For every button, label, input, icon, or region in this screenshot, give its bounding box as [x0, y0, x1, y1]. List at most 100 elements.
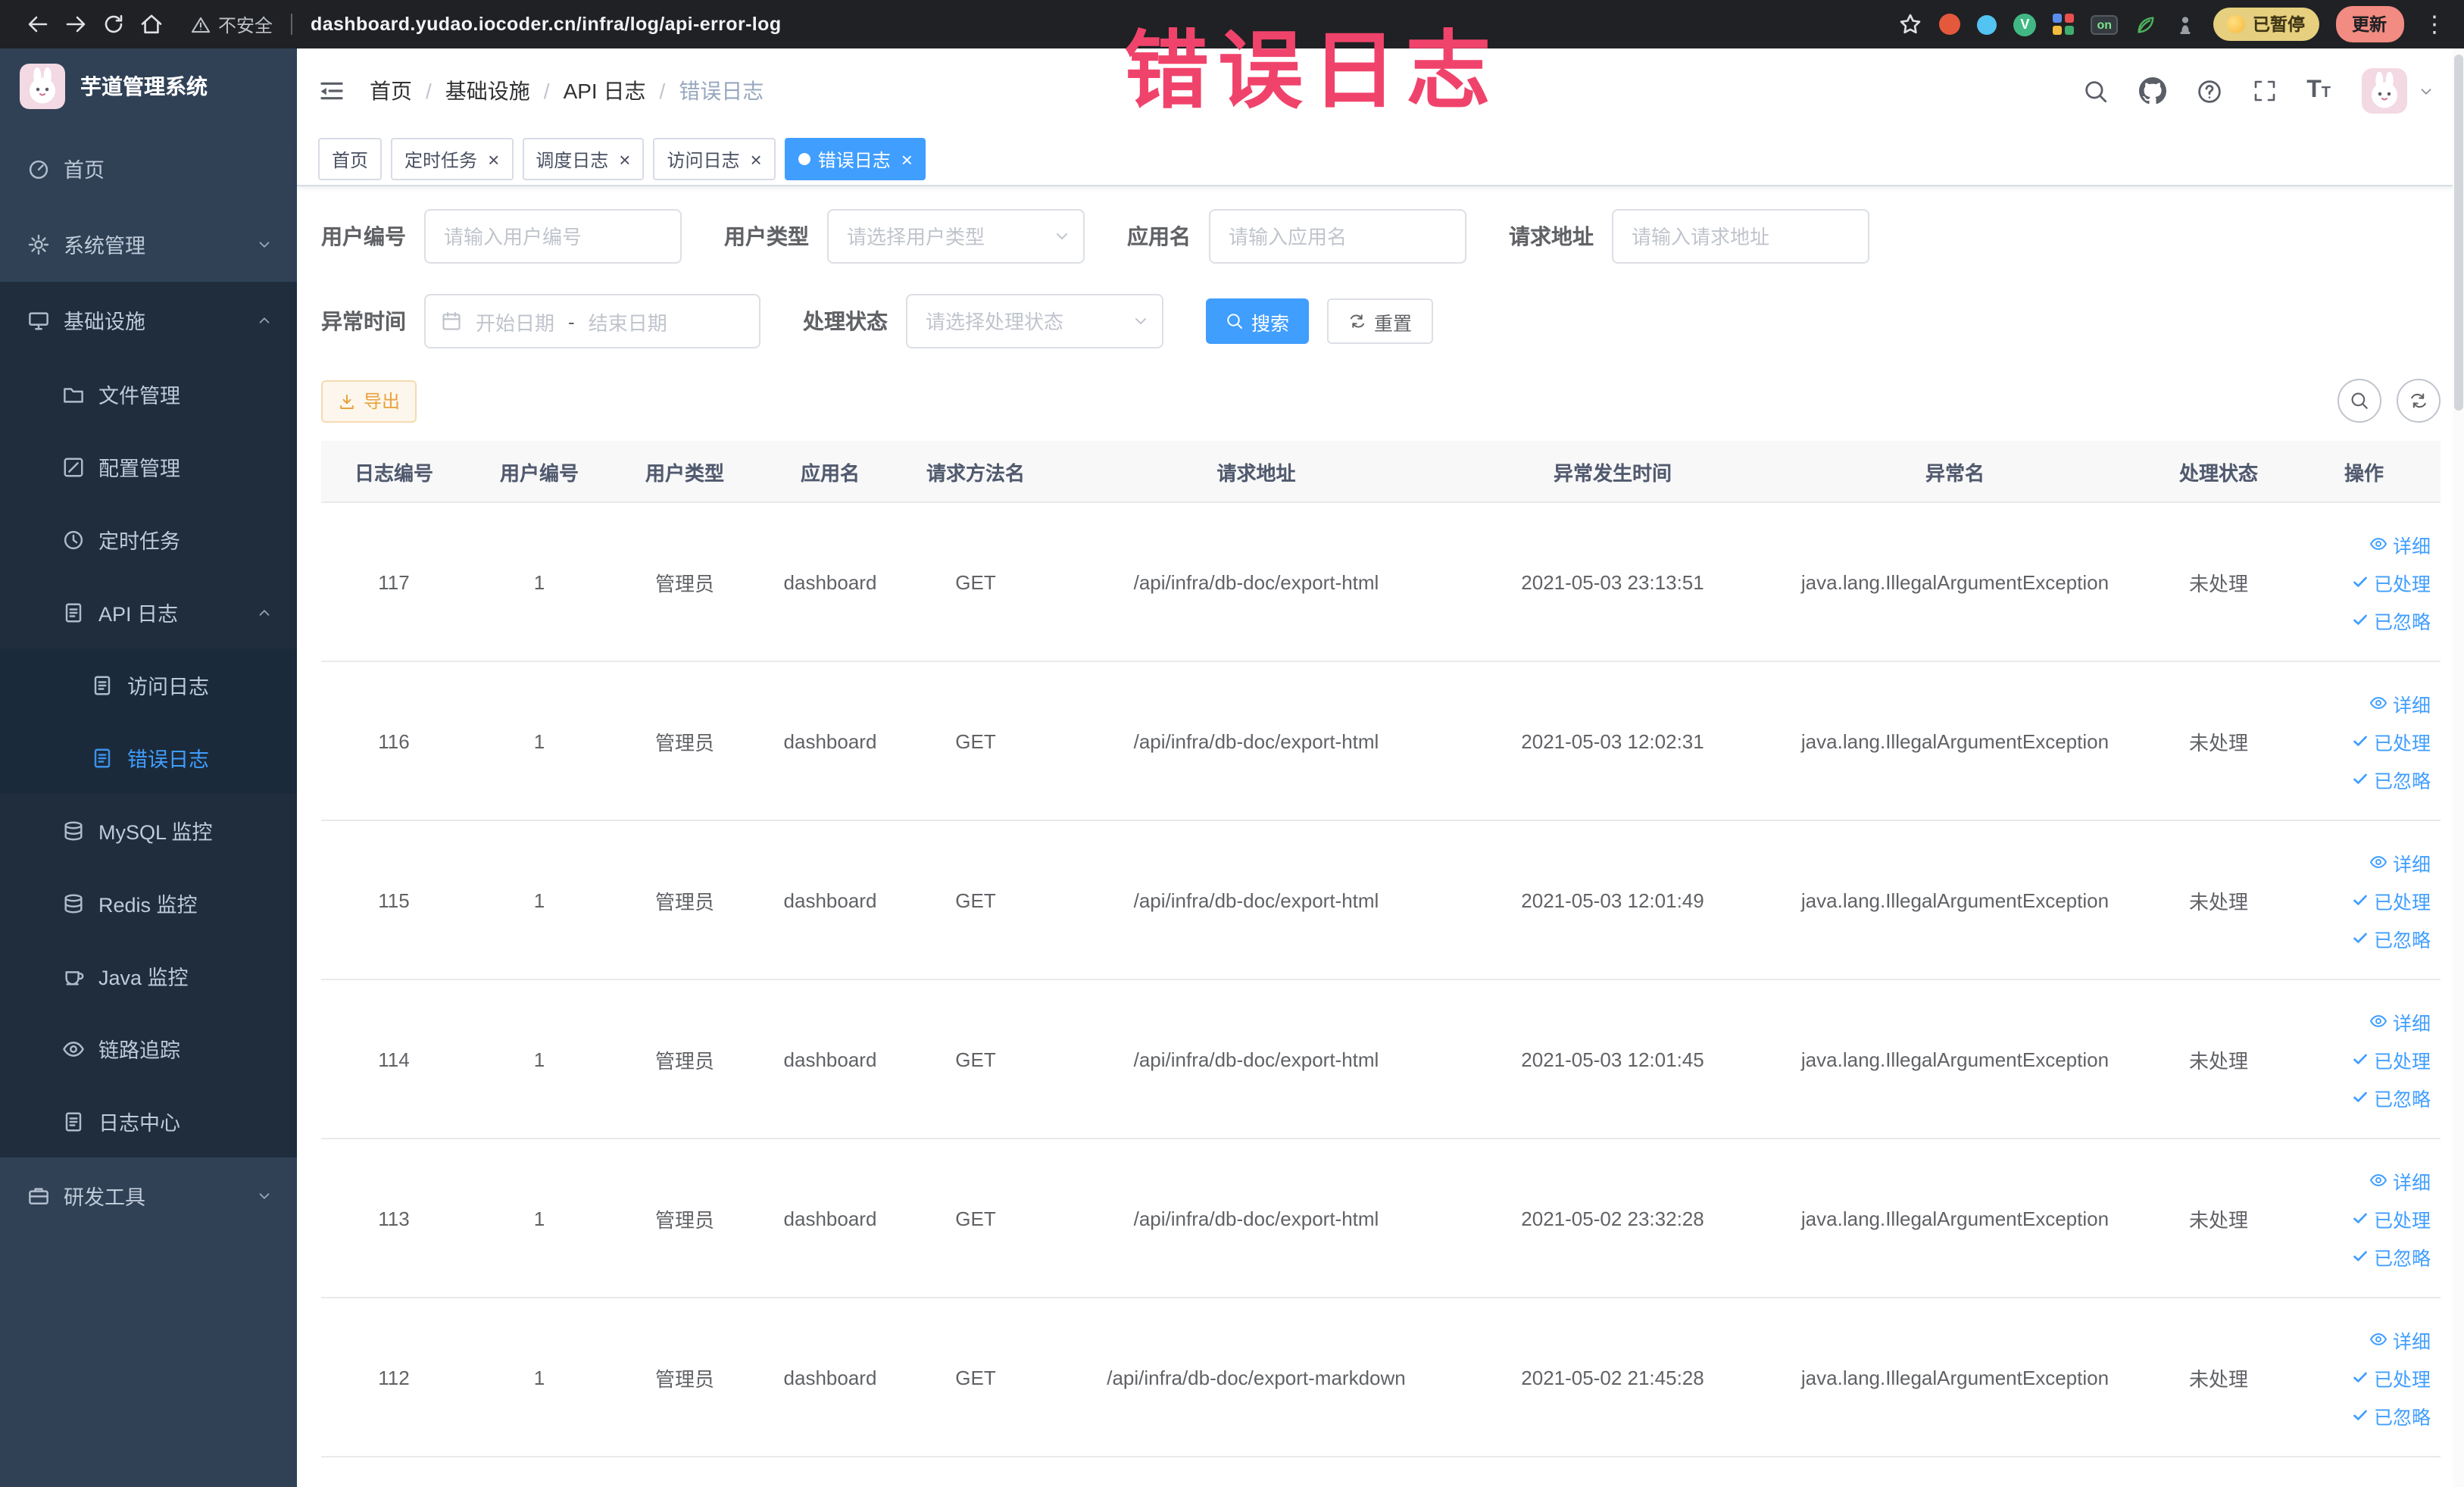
cell-userId: 1 — [467, 979, 612, 1139]
vue-devtools-icon[interactable]: V — [2013, 13, 2037, 36]
action-label: 已忽略 — [2373, 1407, 2431, 1428]
sidebar-item-log-center[interactable]: 日志中心 — [0, 1085, 297, 1157]
extension-icon-switch[interactable]: on — [2091, 14, 2118, 34]
toggle-search-button[interactable] — [2337, 379, 2381, 423]
security-chip[interactable]: 不安全 — [191, 11, 273, 37]
address-bar[interactable]: 不安全 dashboard.yudao.iocoder.cn/infra/log… — [191, 11, 782, 37]
cell-actions: 详细 已处理 已忽略 — [2288, 502, 2440, 662]
close-icon[interactable]: × — [751, 149, 762, 169]
db-icon — [62, 892, 85, 914]
sidebar-item-api-log[interactable]: API 日志 — [0, 576, 297, 648]
forward-button[interactable] — [56, 5, 94, 43]
back-button[interactable] — [18, 5, 56, 43]
action-详细[interactable]: 详细 — [2297, 1161, 2431, 1199]
extension-icon-chess[interactable] — [2174, 13, 2197, 36]
tab-定时任务[interactable]: 定时任务 × — [391, 138, 514, 180]
user-type-select-input[interactable] — [827, 209, 1085, 264]
fullscreen-icon[interactable] — [2252, 79, 2276, 103]
action-详细[interactable]: 详细 — [2297, 684, 2431, 722]
sidebar-item-access-log[interactable]: 访问日志 — [0, 648, 297, 721]
breadcrumb-item[interactable]: 首页 — [370, 76, 412, 106]
action-已处理[interactable]: 已处理 — [2297, 881, 2431, 919]
action-已处理[interactable]: 已处理 — [2297, 722, 2431, 760]
breadcrumb-item[interactable]: 基础设施 — [445, 76, 530, 106]
sidebar-item-job[interactable]: 定时任务 — [0, 503, 297, 576]
action-已处理[interactable]: 已处理 — [2297, 1040, 2431, 1078]
action-详细[interactable]: 详细 — [2297, 1002, 2431, 1040]
sidebar-item-config[interactable]: 配置管理 — [0, 430, 297, 503]
refresh-icon — [1348, 312, 1366, 330]
action-已处理[interactable]: 已处理 — [2297, 563, 2431, 601]
action-已处理[interactable]: 已处理 — [2297, 1358, 2431, 1396]
sidebar-item-mysql[interactable]: MySQL 监控 — [0, 794, 297, 867]
search-icon[interactable] — [2082, 78, 2108, 104]
action-已忽略[interactable]: 已忽略 — [2297, 1237, 2431, 1275]
close-icon[interactable]: × — [901, 149, 913, 169]
tab-首页[interactable]: 首页 — [318, 138, 383, 180]
user-id-input[interactable] — [424, 209, 682, 264]
page-scrollbar[interactable] — [2452, 48, 2464, 1487]
bookmark-star-icon[interactable] — [1898, 12, 1922, 36]
cell-id: 114 — [321, 979, 467, 1139]
paused-badge[interactable]: 已暂停 — [2213, 8, 2319, 41]
font-size-icon[interactable]: TT — [2306, 78, 2331, 103]
cell-exception: java.lang.IllegalArgumentException — [1761, 661, 2149, 821]
app-logo[interactable]: 芋道管理系统 — [0, 48, 297, 124]
update-button[interactable]: 更新 — [2335, 6, 2403, 42]
app-name-input[interactable] — [1209, 209, 1466, 264]
reload-button[interactable] — [94, 5, 132, 43]
action-label: 已处理 — [2373, 1210, 2431, 1231]
scrollbar-thumb[interactable] — [2453, 55, 2462, 411]
end-date-placeholder: 结束日期 — [588, 311, 667, 334]
sidebar-toggle-icon[interactable] — [318, 77, 345, 105]
sidebar-item-trace[interactable]: 链路追踪 — [0, 1012, 297, 1085]
action-已忽略[interactable]: 已忽略 — [2297, 1078, 2431, 1116]
close-icon[interactable]: × — [619, 149, 630, 169]
sidebar-item-error-log[interactable]: 错误日志 — [0, 721, 297, 794]
refresh-table-button[interactable] — [2396, 379, 2440, 423]
action-label: 详细 — [2392, 854, 2431, 875]
sidebar-item-java[interactable]: Java 监控 — [0, 939, 297, 1012]
sidebar-item-system[interactable]: 系统管理 — [0, 206, 297, 282]
extension-icon-red[interactable] — [1939, 14, 1961, 35]
search-button[interactable]: 搜索 — [1206, 298, 1310, 344]
user-type-select[interactable] — [827, 209, 1085, 264]
cell-app: dashboard — [757, 820, 903, 980]
action-已忽略[interactable]: 已忽略 — [2297, 601, 2431, 639]
action-详细[interactable]: 详细 — [2297, 1320, 2431, 1358]
exception-time-range-picker[interactable]: 开始日期 - 结束日期 — [424, 294, 760, 348]
sidebar-item-home[interactable]: 首页 — [0, 130, 297, 206]
sidebar-item-infra[interactable]: 基础设施 — [0, 282, 297, 358]
action-详细[interactable]: 详细 — [2297, 525, 2431, 563]
cell-userType: 管理员 — [612, 1139, 757, 1298]
process-status-select-input[interactable] — [906, 294, 1163, 348]
request-url-input[interactable] — [1612, 209, 1869, 264]
cell-userType: 管理员 — [612, 502, 757, 662]
breadcrumb-item[interactable]: API 日志 — [564, 76, 646, 106]
browser-menu-icon[interactable]: ⋮ — [2423, 11, 2446, 38]
action-label: 详细 — [2392, 695, 2431, 716]
action-已忽略[interactable]: 已忽略 — [2297, 1396, 2431, 1434]
action-已忽略[interactable]: 已忽略 — [2297, 760, 2431, 798]
sidebar-item-devtools[interactable]: 研发工具 — [0, 1157, 297, 1233]
action-详细[interactable]: 详细 — [2297, 843, 2431, 881]
extension-icon-leaf[interactable] — [2135, 13, 2157, 36]
home-button[interactable] — [132, 5, 170, 43]
tab-错误日志[interactable]: 错误日志 × — [784, 138, 926, 180]
tab-访问日志[interactable]: 访问日志 × — [653, 138, 776, 180]
sidebar-item-redis[interactable]: Redis 监控 — [0, 867, 297, 939]
user-menu[interactable] — [2361, 68, 2434, 114]
extension-icon-grid[interactable] — [2053, 14, 2075, 35]
extension-icon-blue[interactable] — [1977, 14, 1997, 34]
sidebar-item-file[interactable]: 文件管理 — [0, 358, 297, 430]
cell-userId: 1 — [467, 661, 612, 821]
close-icon[interactable]: × — [488, 149, 499, 169]
action-已处理[interactable]: 已处理 — [2297, 1199, 2431, 1237]
action-已忽略[interactable]: 已忽略 — [2297, 919, 2431, 957]
export-button[interactable]: 导出 — [321, 380, 417, 422]
process-status-select[interactable] — [906, 294, 1163, 348]
reset-button[interactable]: 重置 — [1327, 298, 1434, 344]
tab-调度日志[interactable]: 调度日志 × — [522, 138, 645, 180]
github-icon[interactable] — [2138, 77, 2166, 105]
help-icon[interactable] — [2196, 78, 2222, 104]
